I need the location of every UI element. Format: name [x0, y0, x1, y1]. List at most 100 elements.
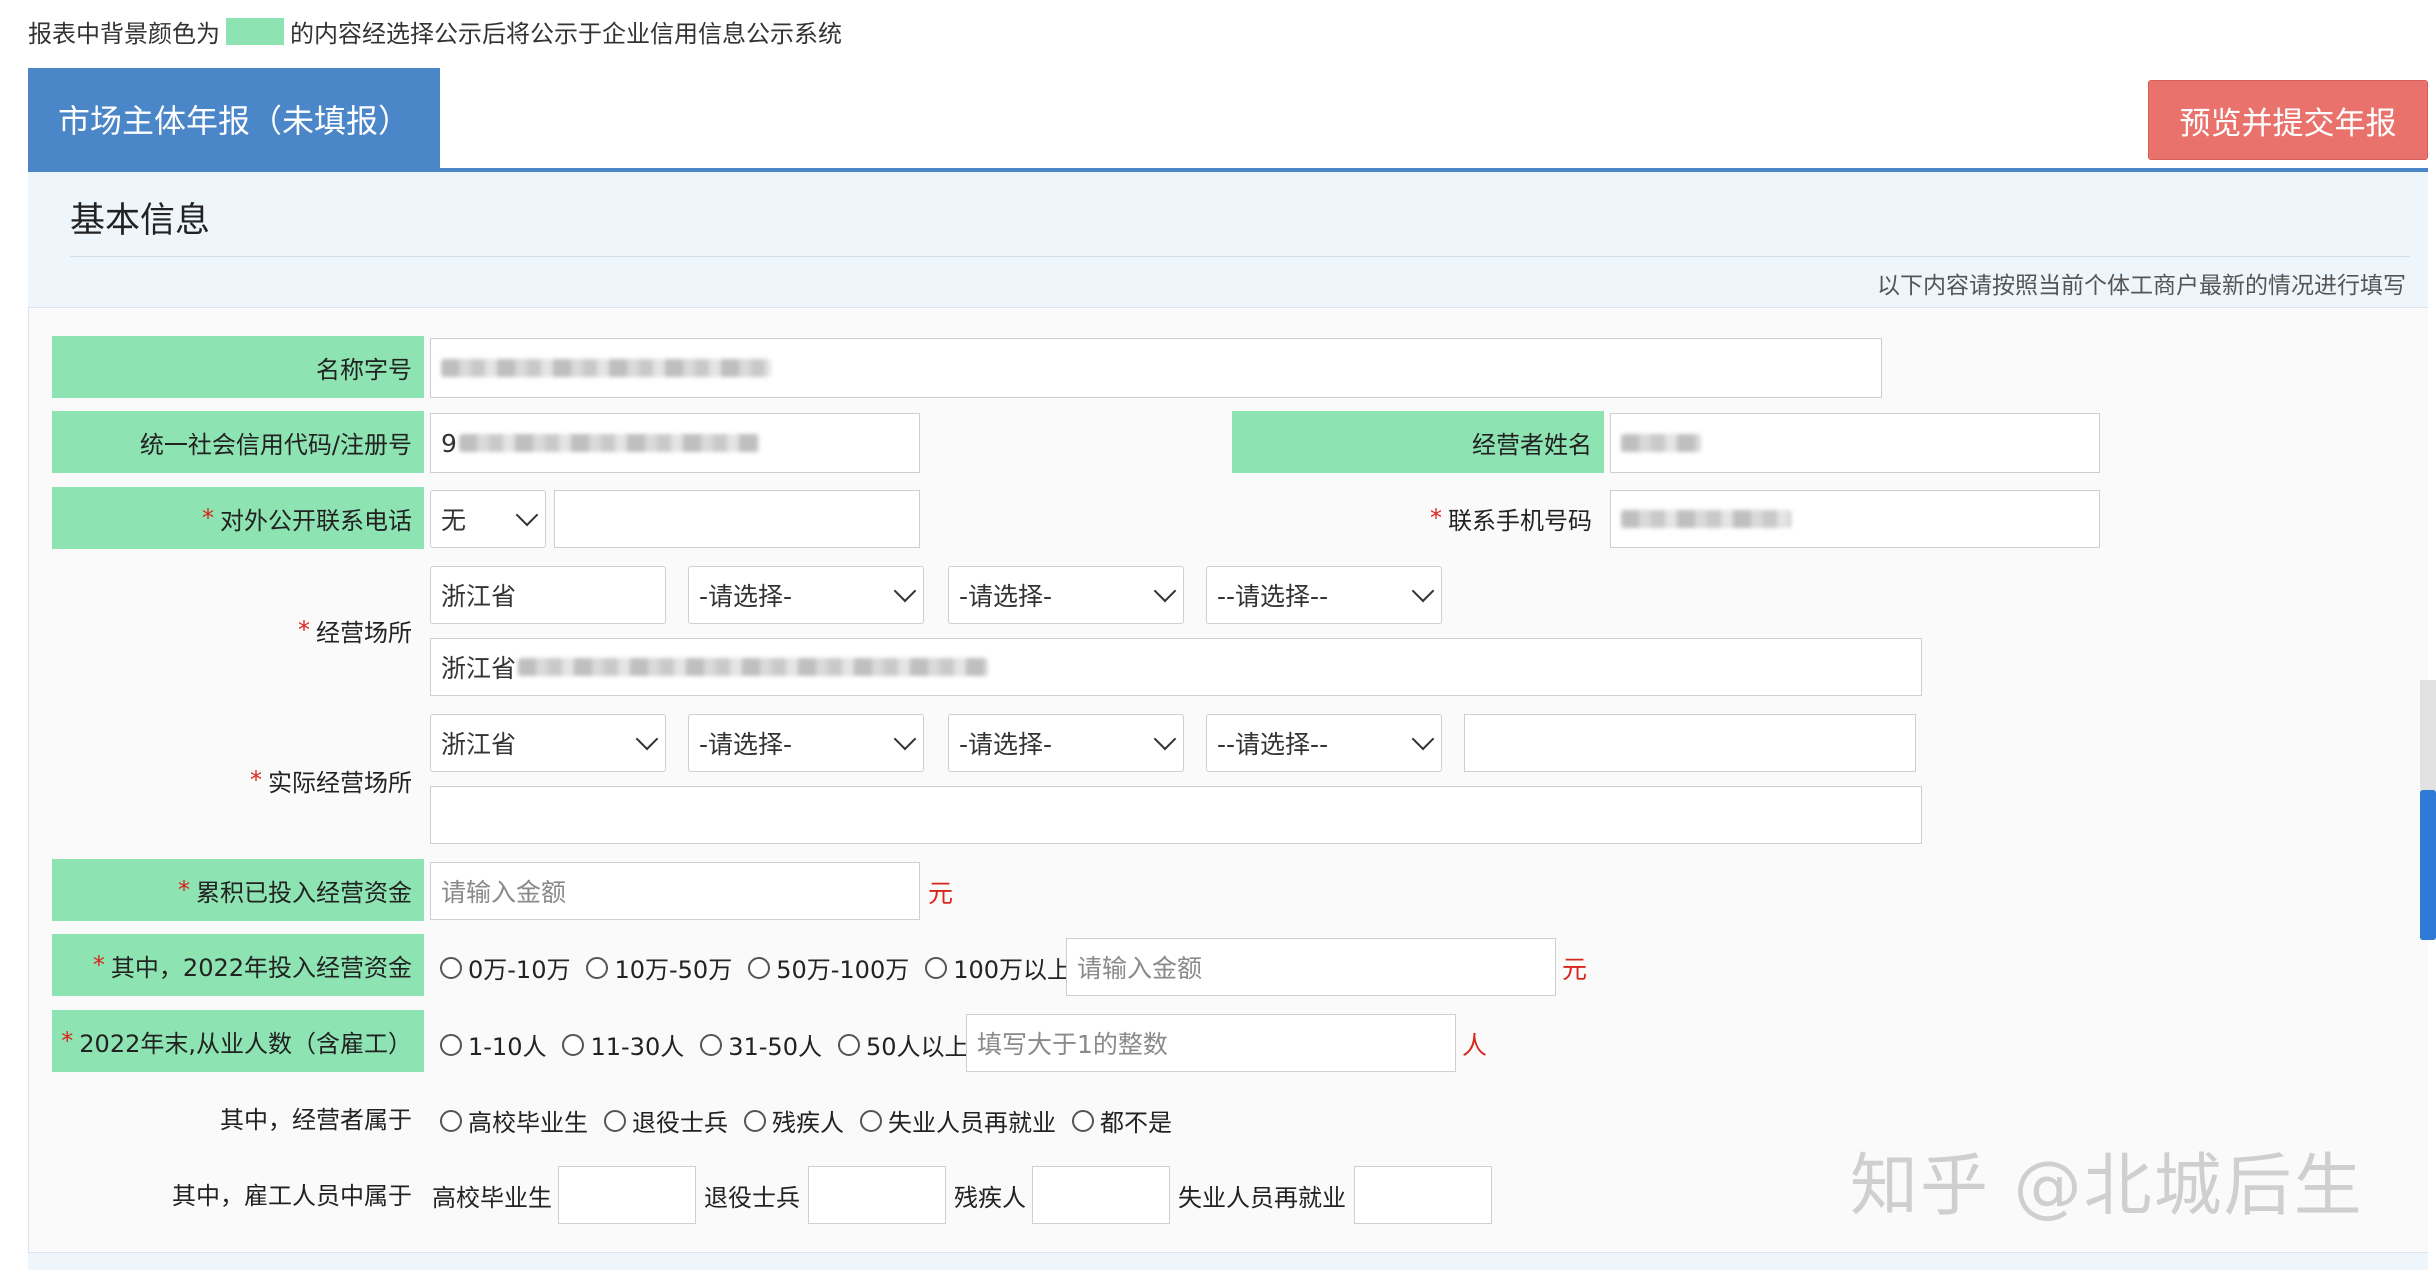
- capital-2022-label: * 其中，2022年投入经营资金: [52, 934, 424, 996]
- radio-operator-none[interactable]: 都不是: [1072, 1103, 1172, 1138]
- radio-operator-disabled[interactable]: 残疾人: [744, 1103, 844, 1138]
- radio-circle-icon: [440, 956, 462, 979]
- employee-type-label-text: 其中，雇工人员中属于: [172, 1181, 412, 1210]
- chevron-down-icon: [635, 727, 659, 751]
- business-province-value: 浙江省: [441, 582, 517, 611]
- mobile-field[interactable]: [1610, 490, 2100, 548]
- business-place-label-text: 经营场所: [316, 618, 412, 647]
- scrollbar-thumb[interactable]: [2420, 790, 2436, 940]
- radio-circle-icon: [440, 1109, 462, 1132]
- required-mark: *: [92, 951, 105, 979]
- radio-capital-50-100[interactable]: 50万-100万: [748, 950, 909, 985]
- business-city-select[interactable]: -请选择-: [688, 566, 924, 624]
- chevron-down-icon: [1411, 727, 1435, 751]
- radio-label: 100万以上: [953, 956, 1072, 984]
- credit-code-label: 统一社会信用代码/注册号: [52, 411, 424, 473]
- radio-circle-icon: [860, 1109, 882, 1132]
- radio-circle-icon: [837, 1033, 860, 1056]
- radio-label: 失业人员再就业: [888, 1109, 1056, 1137]
- employee-graduate-input[interactable]: [558, 1166, 696, 1224]
- public-phone-field[interactable]: [554, 490, 920, 548]
- radio-operator-graduate[interactable]: 高校毕业生: [440, 1103, 588, 1138]
- radio-employees-50plus[interactable]: 50人以上: [837, 1027, 969, 1062]
- redacted-credit-code: [458, 434, 759, 452]
- name-field[interactable]: [430, 338, 1882, 398]
- radio-capital-100plus[interactable]: 100万以上: [925, 950, 1071, 985]
- credit-code-field[interactable]: 9: [430, 413, 920, 473]
- actual-province-select[interactable]: 浙江省: [430, 714, 666, 772]
- chevron-down-icon: [1153, 727, 1177, 751]
- top-note-before: 报表中背景颜色为: [28, 20, 220, 48]
- color-swatch: [226, 18, 284, 45]
- capital-2022-placeholder: 请输入金额: [1077, 954, 1203, 983]
- radio-label: 50人以上: [865, 1033, 969, 1061]
- employees-placeholder: 填写大于1的整数: [977, 1030, 1168, 1059]
- section-divider: [70, 256, 2410, 257]
- section-hint: 以下内容请按照当前个体工商户最新的情况进行填写: [1877, 273, 2406, 299]
- employee-veteran-input[interactable]: [808, 1166, 946, 1224]
- radio-label: 都不是: [1100, 1109, 1172, 1137]
- employee-reemployed-input[interactable]: [1354, 1166, 1492, 1224]
- watermark: 知乎 @北城后生: [1850, 1147, 2364, 1226]
- required-mark: *: [61, 1027, 74, 1055]
- actual-province-value: 浙江省: [441, 730, 517, 759]
- phone-visibility-value: 无: [441, 506, 467, 535]
- preview-submit-button[interactable]: 预览并提交年报: [2148, 80, 2428, 160]
- radio-capital-10-50[interactable]: 10万-50万: [586, 950, 732, 985]
- employees-input[interactable]: 填写大于1的整数: [966, 1014, 1456, 1072]
- top-note: 报表中背景颜色为 的内容经选择公示后将公示于企业信用信息公示系统: [28, 14, 842, 49]
- radio-label: 高校毕业生: [468, 1109, 588, 1137]
- business-street-value: --请选择--: [1217, 582, 1329, 611]
- phone-visibility-select[interactable]: 无: [430, 490, 546, 548]
- radio-employees-31-50[interactable]: 31-50人: [700, 1027, 822, 1062]
- radio-employees-1-10[interactable]: 1-10人: [440, 1027, 546, 1062]
- public-phone-label-text: 对外公开联系电话: [220, 506, 412, 535]
- actual-street-select[interactable]: --请选择--: [1206, 714, 1442, 772]
- radio-label: 退役士兵: [632, 1109, 728, 1137]
- actual-street-value: --请选择--: [1217, 730, 1329, 759]
- radio-circle-icon: [586, 956, 609, 979]
- credit-code-label-text: 统一社会信用代码/注册号: [139, 430, 412, 459]
- actual-city-value: -请选择-: [699, 730, 793, 759]
- capital-label-text: 累积已投入经营资金: [196, 878, 412, 907]
- redacted-address: [518, 658, 989, 676]
- radio-label: 残疾人: [772, 1109, 844, 1137]
- radio-circle-icon: [700, 1033, 723, 1056]
- radio-label: 1-10人: [468, 1033, 547, 1061]
- actual-extra-field[interactable]: [1464, 714, 1916, 772]
- next-section-header: [28, 1252, 2428, 1270]
- chevron-down-icon: [1411, 579, 1435, 603]
- operator-name-field[interactable]: [1610, 413, 2100, 473]
- radio-employees-11-30[interactable]: 11-30人: [562, 1027, 684, 1062]
- actual-city-select[interactable]: -请选择-: [688, 714, 924, 772]
- radio-capital-0-10[interactable]: 0万-10万: [440, 950, 570, 985]
- redacted-mobile: [1621, 510, 1791, 528]
- chevron-down-icon: [893, 579, 917, 603]
- employee-disabled-label: 残疾人: [954, 1184, 1026, 1212]
- operator-name-label: 经营者姓名: [1232, 411, 1604, 473]
- actual-address-field[interactable]: [430, 786, 1922, 844]
- radio-operator-veteran[interactable]: 退役士兵: [604, 1103, 728, 1138]
- business-address-field[interactable]: 浙江省: [430, 638, 1922, 696]
- actual-place-label-text: 实际经营场所: [268, 768, 412, 797]
- business-street-select[interactable]: --请选择--: [1206, 566, 1442, 624]
- capital-placeholder: 请输入金额: [441, 878, 567, 907]
- top-note-after: 的内容经选择公示后将公示于企业信用信息公示系统: [290, 20, 842, 48]
- actual-district-select[interactable]: -请选择-: [948, 714, 1184, 772]
- capital-input[interactable]: 请输入金额: [430, 862, 920, 920]
- credit-code-prefix: 9: [441, 428, 457, 458]
- business-place-label: * 经营场所: [52, 560, 424, 700]
- employees-label-text: 2022年末,从业人数（含雇工）: [79, 1029, 412, 1058]
- redacted-operator-name: [1621, 434, 1701, 452]
- business-province-select[interactable]: 浙江省: [430, 566, 666, 624]
- radio-circle-icon: [1072, 1109, 1094, 1132]
- employee-type-label: 其中，雇工人员中属于: [52, 1162, 424, 1224]
- required-mark: *: [178, 876, 190, 904]
- actual-place-label: * 实际经营场所: [52, 710, 424, 850]
- employee-disabled-input[interactable]: [1032, 1166, 1170, 1224]
- tab-annual-report[interactable]: 市场主体年报（未填报）: [28, 68, 440, 170]
- public-phone-label: * 对外公开联系电话: [52, 487, 424, 549]
- business-district-select[interactable]: -请选择-: [948, 566, 1184, 624]
- capital-2022-input[interactable]: 请输入金额: [1066, 938, 1556, 996]
- radio-operator-reemployed[interactable]: 失业人员再就业: [860, 1103, 1056, 1138]
